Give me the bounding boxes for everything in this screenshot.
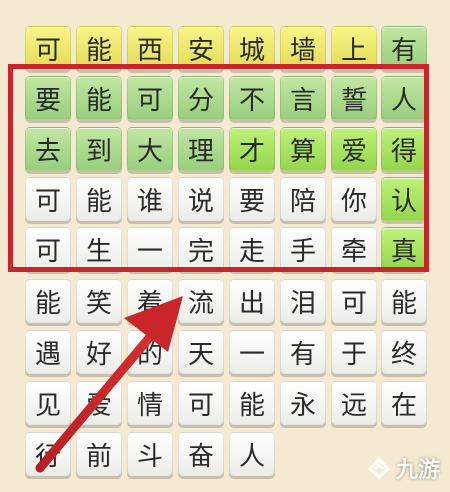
tile[interactable]: 说 [178, 177, 224, 221]
tile[interactable]: 可 [331, 279, 377, 323]
tile[interactable]: 走 [229, 227, 275, 271]
tile[interactable]: 认 [381, 177, 427, 221]
tile[interactable]: 上 [331, 26, 377, 70]
tile[interactable]: 好 [76, 330, 122, 374]
tile[interactable]: 于 [331, 330, 377, 374]
tile[interactable]: 要 [229, 177, 275, 221]
tile[interactable]: 去 [25, 127, 71, 171]
tile[interactable]: 着 [127, 279, 173, 323]
tile[interactable]: 安 [178, 26, 224, 70]
tile[interactable]: 人 [229, 432, 275, 476]
tile[interactable]: 能 [229, 381, 275, 425]
tile[interactable]: 见 [25, 381, 71, 425]
tile[interactable]: 爱 [331, 127, 377, 171]
tile[interactable]: 能 [76, 76, 122, 120]
tile[interactable]: 天 [178, 330, 224, 374]
tile[interactable]: 可 [25, 227, 71, 271]
tile[interactable]: 斗 [127, 432, 173, 476]
tile[interactable]: 不 [229, 76, 275, 120]
tile[interactable]: 理 [178, 127, 224, 171]
tile[interactable]: 言 [280, 76, 326, 120]
tile[interactable]: 行 [25, 432, 71, 476]
tile[interactable]: 流 [178, 279, 224, 323]
tile[interactable]: 真 [381, 227, 427, 271]
watermark-text: 九游 [395, 458, 440, 483]
tile[interactable]: 一 [127, 227, 173, 271]
tile[interactable]: 人 [381, 76, 427, 120]
tile[interactable]: 奋 [178, 432, 224, 476]
tile[interactable]: 算 [280, 127, 326, 171]
tile[interactable]: 完 [178, 227, 224, 271]
tile[interactable]: 笑 [76, 279, 122, 323]
tile[interactable]: 永 [280, 381, 326, 425]
tile[interactable]: 可 [127, 76, 173, 120]
tile[interactable]: 可 [178, 381, 224, 425]
tile[interactable]: 有 [280, 330, 326, 374]
jiuyou-logo-icon [367, 456, 391, 480]
tile[interactable]: 终 [381, 330, 427, 374]
tile[interactable]: 分 [178, 76, 224, 120]
tile[interactable]: 能 [76, 177, 122, 221]
tile[interactable]: 出 [229, 279, 275, 323]
tile[interactable]: 能 [76, 26, 122, 70]
tile[interactable]: 远 [331, 381, 377, 425]
tile[interactable]: 墙 [280, 26, 326, 70]
watermark: 九游 [366, 452, 440, 484]
tile[interactable]: 泪 [280, 279, 326, 323]
tile[interactable]: 谁 [127, 177, 173, 221]
tile[interactable]: 要 [25, 76, 71, 120]
tile[interactable]: 前 [76, 432, 122, 476]
tile[interactable]: 大 [127, 127, 173, 171]
tile[interactable]: 遇 [25, 330, 71, 374]
tile[interactable]: 一 [229, 330, 275, 374]
tile[interactable]: 能 [381, 279, 427, 323]
tile[interactable]: 你 [331, 177, 377, 221]
tile[interactable]: 在 [381, 381, 427, 425]
tile[interactable]: 的 [127, 330, 173, 374]
tile[interactable]: 牵 [331, 227, 377, 271]
tile[interactable]: 生 [76, 227, 122, 271]
game-board: 可能西安城墙上有要能可分不言誓人去到大理才算爱得可能谁说要陪你认可生一完走手牵真… [0, 0, 450, 492]
tile[interactable]: 得 [381, 127, 427, 171]
tile[interactable]: 陪 [280, 177, 326, 221]
tile[interactable]: 爱 [76, 381, 122, 425]
tile[interactable]: 能 [25, 279, 71, 323]
tile[interactable]: 城 [229, 26, 275, 70]
tile[interactable]: 有 [381, 26, 427, 70]
tile[interactable]: 可 [25, 177, 71, 221]
tile[interactable]: 西 [127, 26, 173, 70]
tile[interactable]: 誓 [331, 76, 377, 120]
tile[interactable]: 到 [76, 127, 122, 171]
tile[interactable]: 情 [127, 381, 173, 425]
tile[interactable]: 可 [25, 26, 71, 70]
tile[interactable]: 手 [280, 227, 326, 271]
tile[interactable]: 才 [229, 127, 275, 171]
